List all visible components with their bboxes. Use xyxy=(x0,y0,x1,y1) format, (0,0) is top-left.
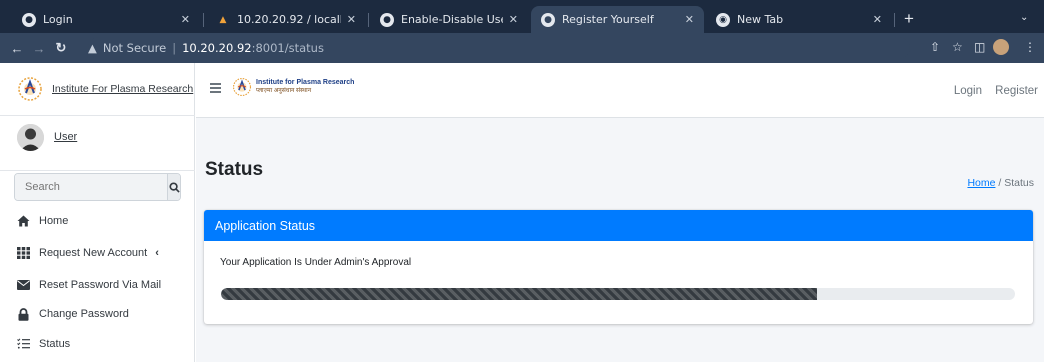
lock-icon xyxy=(16,307,30,321)
sidebar-item-home[interactable]: Home xyxy=(16,210,186,232)
breadcrumb: Home / Status xyxy=(967,177,1034,189)
logo-subtitle-hindi: प्लाज़्मा अनुसंधान संस्थान xyxy=(256,88,312,94)
sidebar-item-label: Status xyxy=(39,338,71,350)
tab-search-chevron-icon[interactable]: ⌄ xyxy=(1020,12,1028,23)
content-wrapper: Status Home / Status Application Status … xyxy=(196,118,1044,362)
progress-track xyxy=(221,288,1015,300)
sidebar-item-change-password[interactable]: Change Password xyxy=(16,303,186,325)
browser-tab-bar: ● Login ✕ ▲ 10.20.20.92 / localhost / la… xyxy=(0,0,1044,33)
forward-arrow-icon[interactable]: → xyxy=(28,41,50,56)
phpmyadmin-icon: ▲ xyxy=(219,14,227,25)
security-label[interactable]: Not Secure xyxy=(103,41,166,55)
progress-bar xyxy=(221,288,817,300)
search-input[interactable] xyxy=(15,174,167,200)
sidebar: Institute For Plasma Research User Home xyxy=(0,63,195,362)
globe-icon: ● xyxy=(541,12,555,27)
sidebar-item-reset-password[interactable]: Reset Password Via Mail xyxy=(16,274,186,296)
sidebar-item-status[interactable]: Status xyxy=(16,333,186,355)
top-navbar: Institute for Plasma Research प्लाज़्मा … xyxy=(196,63,1044,118)
grid-icon xyxy=(16,246,30,260)
browser-tab-new-tab[interactable]: ◉ New Tab ✕ xyxy=(706,6,892,33)
share-icon[interactable]: ⇧ xyxy=(930,40,940,54)
envelope-icon xyxy=(16,278,30,292)
list-check-icon xyxy=(16,337,30,351)
close-tab-icon[interactable]: ✕ xyxy=(509,13,518,26)
user-name-link[interactable]: User xyxy=(54,131,77,143)
browser-toolbar: ← → ↻ ▲ Not Secure | 10.20.20.92:8001/st… xyxy=(0,33,1044,63)
globe-icon: ● xyxy=(380,12,394,27)
sidebar-item-request-new-account[interactable]: Request New Account ‹ xyxy=(16,242,186,264)
new-tab-plus-icon[interactable]: + xyxy=(904,10,914,27)
user-panel[interactable]: User xyxy=(0,116,195,171)
brand-link[interactable]: Institute For Plasma Research xyxy=(0,63,195,116)
reload-icon[interactable]: ↻ xyxy=(50,40,72,56)
breadcrumb-separator: / xyxy=(998,177,1002,189)
close-tab-icon[interactable]: ✕ xyxy=(347,13,356,26)
close-tab-icon[interactable]: ✕ xyxy=(181,13,190,26)
header-logo[interactable]: Institute for Plasma Research प्लाज़्मा … xyxy=(232,77,354,97)
browser-tab-phpmyadmin[interactable]: ▲ 10.20.20.92 / localhost / larave ✕ xyxy=(206,6,366,33)
url-host: 10.20.20.92 xyxy=(182,41,252,55)
avatar xyxy=(17,123,44,151)
sidebar-item-label: Change Password xyxy=(39,308,129,320)
browser-tab-enable-disable-user[interactable]: ● Enable-Disable User ✕ xyxy=(370,6,528,33)
close-tab-icon[interactable]: ✕ xyxy=(873,13,882,26)
home-icon xyxy=(16,214,30,228)
search-icon xyxy=(168,181,180,193)
chrome-icon: ◉ xyxy=(716,12,730,27)
profile-avatar-icon[interactable] xyxy=(993,39,1009,55)
browser-tab-register-yourself[interactable]: ● Register Yourself ✕ xyxy=(531,6,704,33)
browser-tab-login[interactable]: ● Login ✕ xyxy=(12,6,200,33)
sidebar-item-label: Reset Password Via Mail xyxy=(39,279,162,291)
address-bar[interactable]: ▲ Not Secure | 10.20.20.92:8001/status xyxy=(88,37,910,59)
globe-icon: ● xyxy=(22,12,36,27)
application-status-card: Application Status Your Application Is U… xyxy=(204,210,1033,324)
breadcrumb-current: Status xyxy=(1004,177,1034,189)
register-link[interactable]: Register xyxy=(995,85,1038,97)
ipr-logo-icon xyxy=(232,77,252,97)
logo-title: Institute for Plasma Research xyxy=(256,79,355,86)
page-title: Status xyxy=(205,159,264,180)
card-header: Application Status xyxy=(204,210,1033,241)
close-tab-icon[interactable]: ✕ xyxy=(685,13,694,26)
url-path: :8001/status xyxy=(251,41,324,55)
back-arrow-icon[interactable]: ← xyxy=(6,41,28,56)
status-message: Your Application Is Under Admin's Approv… xyxy=(220,257,412,268)
warning-triangle-icon: ▲ xyxy=(88,41,97,55)
bookmark-star-icon[interactable]: ☆ xyxy=(952,40,963,54)
side-panel-icon[interactable]: ◫ xyxy=(974,40,985,54)
search-button[interactable] xyxy=(167,174,180,200)
login-link[interactable]: Login xyxy=(954,85,982,97)
breadcrumb-home-link[interactable]: Home xyxy=(967,177,995,189)
sidebar-item-label: Request New Account xyxy=(39,247,148,259)
brand-name: Institute For Plasma Research xyxy=(52,83,194,95)
chevron-left-icon[interactable]: ‹ xyxy=(155,247,159,259)
sidebar-item-label: Home xyxy=(39,215,69,227)
sidebar-search xyxy=(14,173,181,201)
kebab-menu-icon[interactable]: ⋮ xyxy=(1024,40,1036,54)
hamburger-menu-icon[interactable] xyxy=(210,83,221,93)
ipr-logo-icon xyxy=(18,77,42,101)
